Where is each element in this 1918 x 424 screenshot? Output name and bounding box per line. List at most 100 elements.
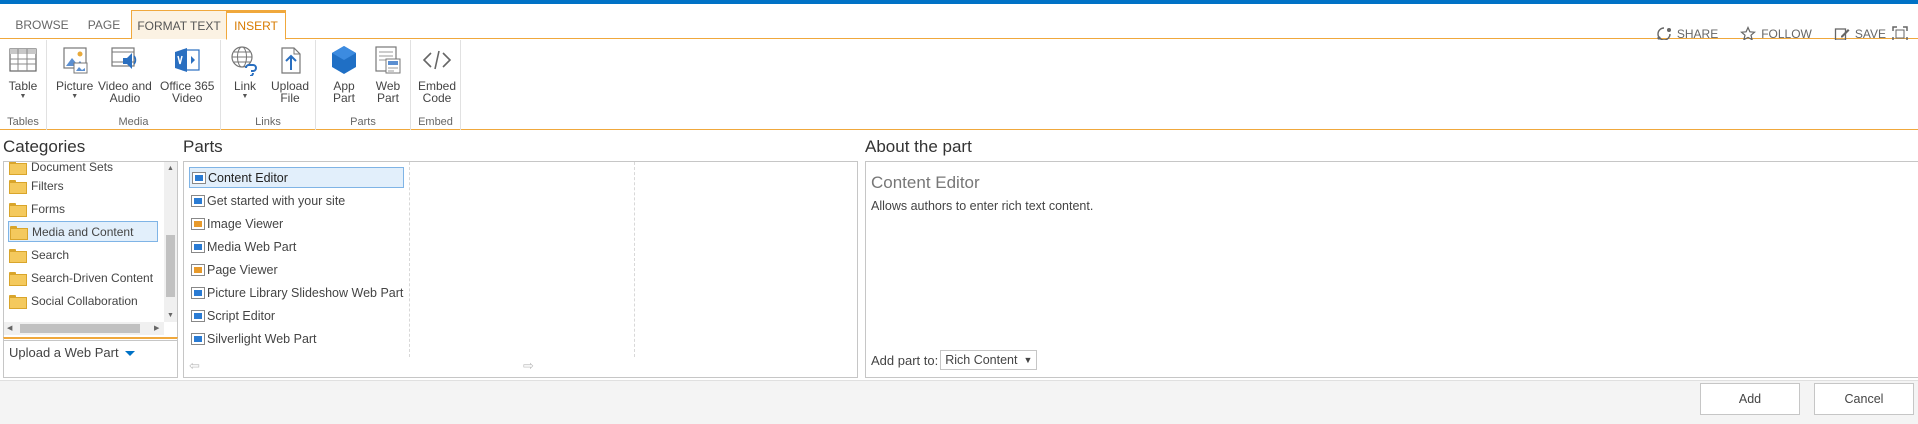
tab-format-text[interactable]: FORMAT TEXT	[131, 10, 226, 39]
add-button[interactable]: Add	[1700, 383, 1800, 415]
embed-code-label-2: Code	[422, 91, 452, 105]
folder-icon	[10, 225, 28, 240]
table-dropdown-icon: ▼	[19, 93, 27, 100]
upload-file-button[interactable]: Upload File	[271, 44, 309, 104]
category-label: Forms	[31, 201, 65, 216]
table-icon	[9, 48, 37, 72]
link-button[interactable]: Link ▼	[229, 44, 261, 101]
part-label: Script Editor	[207, 308, 276, 323]
about-part-description: Allows authors to enter rich text conten…	[871, 199, 1094, 213]
office-365-video-button[interactable]: Office 365 Video	[160, 44, 214, 104]
picture-button[interactable]: Picture ▼	[56, 44, 93, 101]
category-label: Document Sets	[31, 161, 114, 174]
web-part-label-2: Part	[376, 91, 399, 105]
share-label: SHARE	[1676, 27, 1719, 41]
part-image-viewer[interactable]: Image Viewer	[189, 213, 404, 234]
picture-dropdown-icon: ▼	[71, 93, 79, 100]
office-365-video-icon	[175, 48, 200, 72]
category-search-driven-content[interactable]: Search-Driven Content	[9, 267, 153, 288]
scroll-down-icon[interactable]: ▼	[167, 312, 174, 319]
category-forms[interactable]: Forms	[9, 198, 65, 219]
group-tables: Table ▼ Tables	[0, 40, 47, 130]
link-label: Link	[233, 79, 256, 93]
ribbon-tab-row: BROWSE PAGE FORMAT TEXT INSERT SHARE FOL…	[0, 10, 1918, 42]
add-part-to-row: Add part to: Rich Content ▼	[871, 350, 1038, 370]
app-part-button[interactable]: App Part	[328, 44, 360, 104]
about-heading: About the part	[865, 137, 972, 156]
web-part-button[interactable]: Web Part	[372, 44, 404, 104]
zone-select-value: Rich Content	[945, 353, 1018, 367]
upload-dropdown-icon	[124, 351, 135, 357]
embed-code-button[interactable]: Embed Code	[418, 44, 456, 104]
page-viewer-icon	[191, 263, 205, 276]
previous-page-icon[interactable]: ⇦	[189, 358, 200, 374]
embed-code-icon	[422, 50, 452, 70]
web-part-item-icon	[191, 194, 205, 207]
category-filters[interactable]: Filters	[9, 175, 64, 196]
add-part-to-label: Add part to:	[871, 352, 939, 368]
part-picture-library-slideshow[interactable]: Picture Library Slideshow Web Part	[189, 282, 404, 303]
cancel-button[interactable]: Cancel	[1814, 383, 1914, 415]
part-label: Image Viewer	[207, 216, 284, 231]
group-label-embed: Embed	[418, 116, 453, 128]
category-media-and-content[interactable]: Media and Content	[8, 221, 158, 242]
categories-horizontal-scroll-thumb[interactable]	[20, 324, 140, 333]
about-part-title: Content Editor	[871, 173, 980, 192]
tab-browse[interactable]: BROWSE	[8, 10, 76, 39]
category-social-collaboration[interactable]: Social Collaboration	[9, 290, 138, 311]
category-label: Social Collaboration	[31, 293, 138, 308]
image-viewer-icon	[191, 217, 205, 230]
ribbon-insert-panel: Table ▼ Tables Picture ▼ Video and Audio…	[0, 40, 1918, 130]
part-silverlight-web-part[interactable]: Silverlight Web Part	[189, 328, 404, 349]
part-media-web-part[interactable]: Media Web Part	[189, 236, 404, 257]
app-part-label-2: Part	[332, 91, 355, 105]
video-audio-button[interactable]: Video and Audio	[98, 44, 152, 104]
video-audio-icon	[111, 47, 137, 69]
next-page-icon[interactable]: ⇨	[523, 358, 534, 374]
picture-icon	[63, 47, 88, 74]
scroll-left-icon[interactable]: ◀	[7, 324, 12, 332]
group-links: Link ▼ Upload File Links	[221, 40, 316, 130]
table-label: Table	[8, 79, 38, 93]
category-search[interactable]: Search	[9, 244, 69, 265]
parts-list[interactable]: Content Editor Get started with your sit…	[183, 161, 858, 378]
part-get-started[interactable]: Get started with your site	[189, 190, 404, 211]
about-part-panel: Content Editor Allows authors to enter r…	[865, 161, 1918, 378]
part-label: Picture Library Slideshow Web Part	[207, 285, 404, 300]
group-label-tables: Tables	[7, 116, 39, 128]
table-button[interactable]: Table ▼	[7, 44, 39, 101]
tab-page[interactable]: PAGE	[80, 10, 128, 39]
follow-label: FOLLOW	[1761, 27, 1812, 41]
web-part-item-icon	[192, 171, 206, 184]
chevron-down-icon: ▼	[1023, 355, 1033, 365]
categories-vertical-scrollbar[interactable]: ▲ ▼	[164, 162, 177, 322]
categories-heading: Categories	[3, 137, 86, 156]
group-label-media: Media	[118, 116, 149, 128]
parts-column-divider	[409, 162, 410, 357]
office-365-label-2: Video	[172, 91, 203, 105]
link-dropdown-icon: ▼	[241, 93, 249, 100]
part-page-viewer[interactable]: Page Viewer	[189, 259, 404, 280]
folder-icon	[9, 248, 27, 263]
save-label: SAVE	[1854, 27, 1886, 41]
tab-insert[interactable]: INSERT	[226, 10, 286, 40]
part-label: Get started with your site	[207, 193, 346, 208]
folder-icon	[9, 179, 27, 194]
part-content-editor[interactable]: Content Editor	[189, 167, 404, 188]
categories-list[interactable]: Document Sets Filters Forms Media and Co…	[3, 161, 178, 341]
part-script-editor[interactable]: Script Editor	[189, 305, 404, 326]
parts-heading: Parts	[183, 137, 223, 156]
categories-vertical-scroll-thumb[interactable]	[166, 235, 175, 297]
group-embed: Embed Code Embed	[411, 40, 461, 130]
zone-select[interactable]: Rich Content ▼	[940, 350, 1038, 370]
part-label: Content Editor	[208, 170, 288, 185]
scroll-right-icon[interactable]: ▶	[154, 324, 159, 332]
scroll-up-icon[interactable]: ▲	[167, 165, 174, 172]
folder-icon	[9, 271, 27, 286]
web-part-item-icon	[191, 240, 205, 253]
video-audio-label-2: Audio	[109, 91, 141, 105]
categories-horizontal-scrollbar[interactable]: ◀ ▶	[4, 322, 164, 335]
upload-file-label-2: File	[280, 91, 300, 105]
category-label: Media and Content	[32, 224, 134, 239]
upload-web-part-link[interactable]: Upload a Web Part	[3, 337, 178, 378]
